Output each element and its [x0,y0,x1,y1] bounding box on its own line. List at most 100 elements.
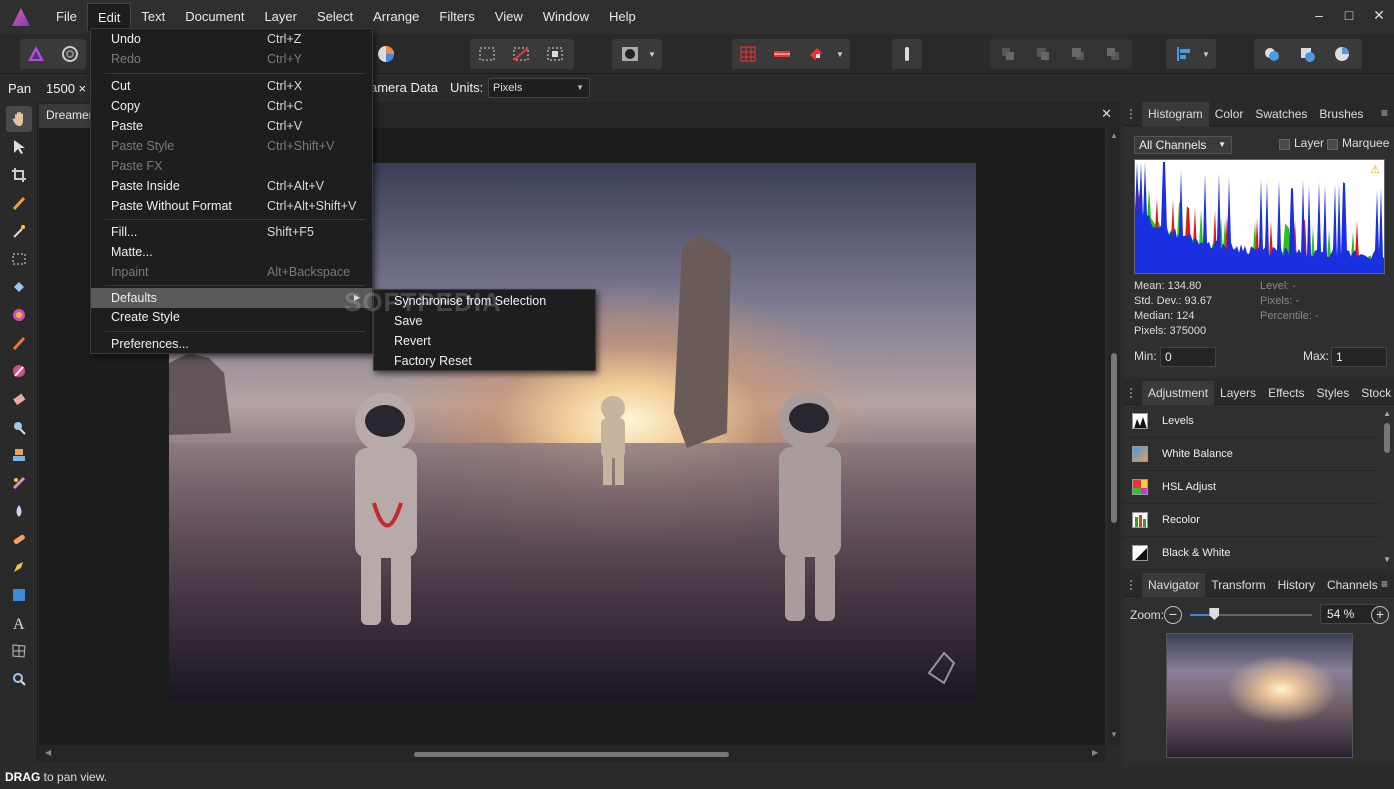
assistant-icon[interactable] [893,40,921,68]
menu-window[interactable]: Window [533,3,599,31]
rectangle-tool-icon[interactable] [6,582,32,608]
panel-menu-icon[interactable]: ≡ [1381,577,1388,591]
close-window-button[interactable]: ✕ [1364,0,1394,30]
marquee-selection-icon[interactable] [473,40,501,68]
photo-persona-icon[interactable] [22,40,50,68]
panel-grip-icon[interactable] [1130,580,1134,590]
menu-layer[interactable]: Layer [254,3,307,31]
horizontal-scroll-thumb[interactable] [414,752,729,757]
menu-item-create-style[interactable]: Create Style [91,307,372,327]
menu-filters[interactable]: Filters [429,3,484,31]
adjustment-scroll-thumb[interactable] [1384,423,1390,453]
marquee-checkbox[interactable] [1327,139,1338,150]
move-to-back-icon[interactable] [994,40,1022,68]
zoom-in-icon[interactable]: + [1371,606,1389,624]
menu-select[interactable]: Select [307,3,363,31]
close-document-icon[interactable]: ✕ [1101,106,1112,122]
zoom-out-icon[interactable]: − [1164,606,1182,624]
scroll-up-icon[interactable]: ▲ [1383,409,1391,418]
flood-fill-tool-icon[interactable] [6,274,32,300]
tab-swatches[interactable]: Swatches [1249,102,1313,126]
mask-dropdown-icon[interactable]: ▼ [644,40,660,68]
tab-channels[interactable]: Channels [1321,573,1384,597]
align-dropdown-icon[interactable]: ▼ [1198,40,1214,68]
invert-selection-icon[interactable] [541,40,569,68]
tab-transform[interactable]: Transform [1205,573,1271,597]
panel-grip-icon[interactable] [1130,109,1134,119]
menu-edit[interactable]: Edit [86,3,132,31]
menu-document[interactable]: Document [175,3,254,31]
layer-checkbox[interactable] [1279,139,1290,150]
tab-history[interactable]: History [1272,573,1321,597]
boolean-add-icon[interactable] [1258,40,1286,68]
menu-item-paste-inside[interactable]: Paste Inside Ctrl+Alt+V [91,176,372,196]
panel-grip-icon[interactable] [1130,388,1134,398]
dodge-tool-icon[interactable] [6,414,32,440]
align-icon[interactable] [1170,40,1198,68]
scroll-right-icon[interactable]: ▶ [1092,748,1098,757]
flood-select-tool-icon[interactable] [6,218,32,244]
snapping-magnet-icon[interactable] [802,40,830,68]
zoom-tool-icon[interactable] [6,666,32,692]
move-tool-icon[interactable] [6,134,32,160]
scroll-left-icon[interactable]: ◀ [45,748,51,757]
pan-tool-icon[interactable] [6,106,32,132]
menu-item-cut[interactable]: Cut Ctrl+X [91,76,372,96]
menu-item-preferences[interactable]: Preferences... [91,334,372,354]
menu-item-paste-without-format[interactable]: Paste Without Format Ctrl+Alt+Shift+V [91,196,372,216]
guides-icon[interactable] [768,40,796,68]
crop-tool-icon[interactable] [6,162,32,188]
tab-layers[interactable]: Layers [1214,381,1262,405]
submenu-item-revert[interactable]: Revert [394,331,431,351]
menu-arrange[interactable]: Arrange [363,3,429,31]
menu-item-fill[interactable]: Fill... Shift+F5 [91,222,372,242]
grid-icon[interactable] [734,40,762,68]
menu-item-paste-fx[interactable]: Paste FX [91,156,372,176]
camera-data-label[interactable]: amera Data [370,80,438,95]
menu-file[interactable]: File [46,3,87,31]
move-forward-one-icon[interactable] [1064,40,1092,68]
scroll-down-icon[interactable]: ▼ [1383,555,1391,564]
menu-help[interactable]: Help [599,3,646,31]
adjustment-white-balance[interactable]: White Balance [1124,438,1380,471]
scroll-up-icon[interactable]: ▲ [1110,131,1118,140]
tab-brushes[interactable]: Brushes [1313,102,1369,126]
menu-view[interactable]: View [485,3,533,31]
channel-select[interactable]: All Channels ▼ [1134,136,1232,154]
minimize-button[interactable]: – [1304,0,1334,30]
min-field[interactable]: 0 [1160,347,1216,367]
paint-brush-tool-icon[interactable] [6,330,32,356]
boolean-intersect-icon[interactable] [1328,40,1356,68]
affinity-photo-logo-icon[interactable] [10,6,34,28]
tab-adjustment[interactable]: Adjustment [1142,380,1215,405]
quick-mask-icon[interactable] [616,40,644,68]
color-replacement-tool-icon[interactable] [6,358,32,384]
adjustment-hsl[interactable]: HSL Adjust [1124,471,1380,504]
blur-brush-tool-icon[interactable] [6,498,32,524]
panel-menu-icon[interactable]: ≡ [1381,106,1388,120]
menu-item-matte[interactable]: Matte... [91,242,372,262]
marquee-tool-icon[interactable] [6,246,32,272]
scroll-down-icon[interactable]: ▼ [1110,730,1118,739]
menu-text[interactable]: Text [131,3,175,31]
menu-item-paste-style[interactable]: Paste Style Ctrl+Shift+V [91,136,372,156]
menu-item-paste[interactable]: Paste Ctrl+V [91,116,372,136]
deselect-icon[interactable] [507,40,535,68]
units-select[interactable]: Pixels ▼ [488,78,590,98]
menu-item-defaults[interactable]: Defaults ▶ [91,288,372,308]
tab-effects[interactable]: Effects [1262,381,1310,405]
text-tool-icon[interactable]: A [6,610,32,636]
menu-item-inpaint[interactable]: Inpaint Alt+Backspace [91,262,372,282]
move-to-front-icon[interactable] [1099,40,1127,68]
tab-stock[interactable]: Stock [1355,381,1394,405]
maximize-button[interactable]: □ [1334,0,1364,30]
selection-brush-tool-icon[interactable] [6,190,32,216]
pen-tool-icon[interactable] [6,554,32,580]
tab-styles[interactable]: Styles [1311,381,1356,405]
tab-histogram[interactable]: Histogram [1142,101,1209,126]
tab-color[interactable]: Color [1209,102,1250,126]
tab-navigator[interactable]: Navigator [1142,572,1206,597]
zoom-slider-handle[interactable] [1209,608,1220,620]
blemish-tool-icon[interactable] [6,470,32,496]
healing-tool-icon[interactable] [6,526,32,552]
